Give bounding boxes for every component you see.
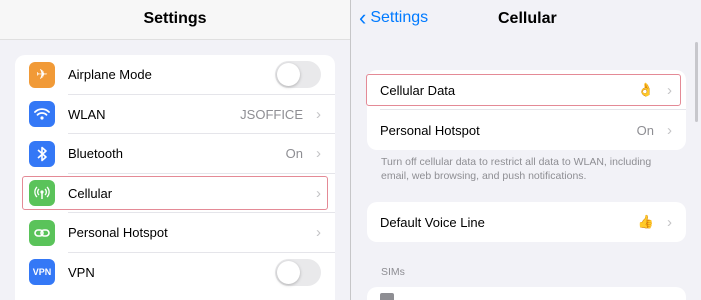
airplane-icon: ✈ xyxy=(29,61,55,88)
page-title: Cellular xyxy=(498,10,557,27)
settings-item-airplane-mode[interactable]: ✈ Airplane Mode xyxy=(15,55,335,95)
thumbs-up-icon: 👍 xyxy=(637,214,654,229)
settings-nav-bar: Settings xyxy=(0,0,350,40)
personal-hotspot-value: On xyxy=(636,122,654,138)
sims-group xyxy=(367,287,686,300)
cellular-data-highlight xyxy=(366,74,681,106)
vpn-icon: VPN xyxy=(29,259,55,286)
bluetooth-icon xyxy=(29,140,55,167)
settings-item-label: Bluetooth xyxy=(68,146,123,162)
page-title: Settings xyxy=(143,10,207,27)
sim-icon xyxy=(380,293,394,300)
back-button[interactable]: ‹ Settings xyxy=(359,5,429,30)
chevron-right-icon: › xyxy=(667,121,672,139)
chevron-right-icon: › xyxy=(316,145,321,163)
chevron-right-icon: › xyxy=(316,224,321,242)
settings-item-label: Personal Hotspot xyxy=(68,225,168,241)
settings-item-label: Airplane Mode xyxy=(68,67,152,83)
settings-item-personal-hotspot[interactable]: Personal Hotspot › xyxy=(15,213,335,253)
wifi-icon xyxy=(29,101,55,128)
settings-item-bluetooth[interactable]: Bluetooth On › xyxy=(15,134,335,174)
scrollbar[interactable] xyxy=(695,42,698,122)
cellular-data-footnote: Turn off cellular data to restrict all d… xyxy=(381,156,652,182)
toggle-knob xyxy=(277,63,300,87)
vpn-toggle[interactable] xyxy=(275,258,321,286)
personal-hotspot-label: Personal Hotspot xyxy=(380,122,480,138)
wlan-network-value: JSOFFICE xyxy=(240,106,303,122)
cellular-row-highlight xyxy=(22,176,328,210)
chevron-left-icon: ‹ xyxy=(359,5,367,30)
back-button-label: Settings xyxy=(370,9,429,26)
personal-hotspot-row[interactable]: Personal Hotspot On › xyxy=(367,110,686,150)
chevron-right-icon: › xyxy=(316,105,321,123)
airplane-mode-toggle[interactable] xyxy=(275,61,321,89)
bluetooth-status-value: On xyxy=(285,146,303,162)
cellular-pane: ‹ Settings Cellular Cellular Data 👌 › Pe… xyxy=(351,0,701,300)
chevron-right-icon: › xyxy=(667,213,672,231)
settings-item-vpn[interactable]: VPN VPN xyxy=(15,253,335,293)
hotspot-icon xyxy=(29,219,55,246)
cellular-nav-bar: ‹ Settings Cellular xyxy=(351,0,701,40)
default-voice-line-label: Default Voice Line xyxy=(380,214,485,230)
settings-item-wlan[interactable]: WLAN JSOFFICE › xyxy=(15,95,335,134)
default-voice-line-row[interactable]: Default Voice Line 👍 › xyxy=(367,202,686,242)
settings-item-label: VPN xyxy=(68,264,95,280)
settings-item-label: WLAN xyxy=(68,106,106,122)
voice-line-group: Default Voice Line 👍 › xyxy=(367,202,686,242)
toggle-knob xyxy=(277,260,300,284)
settings-pane: Settings ✈ Airplane Mode WLAN JSOFFICE ›… xyxy=(0,0,350,300)
sims-section-header: SIMs xyxy=(381,266,405,278)
